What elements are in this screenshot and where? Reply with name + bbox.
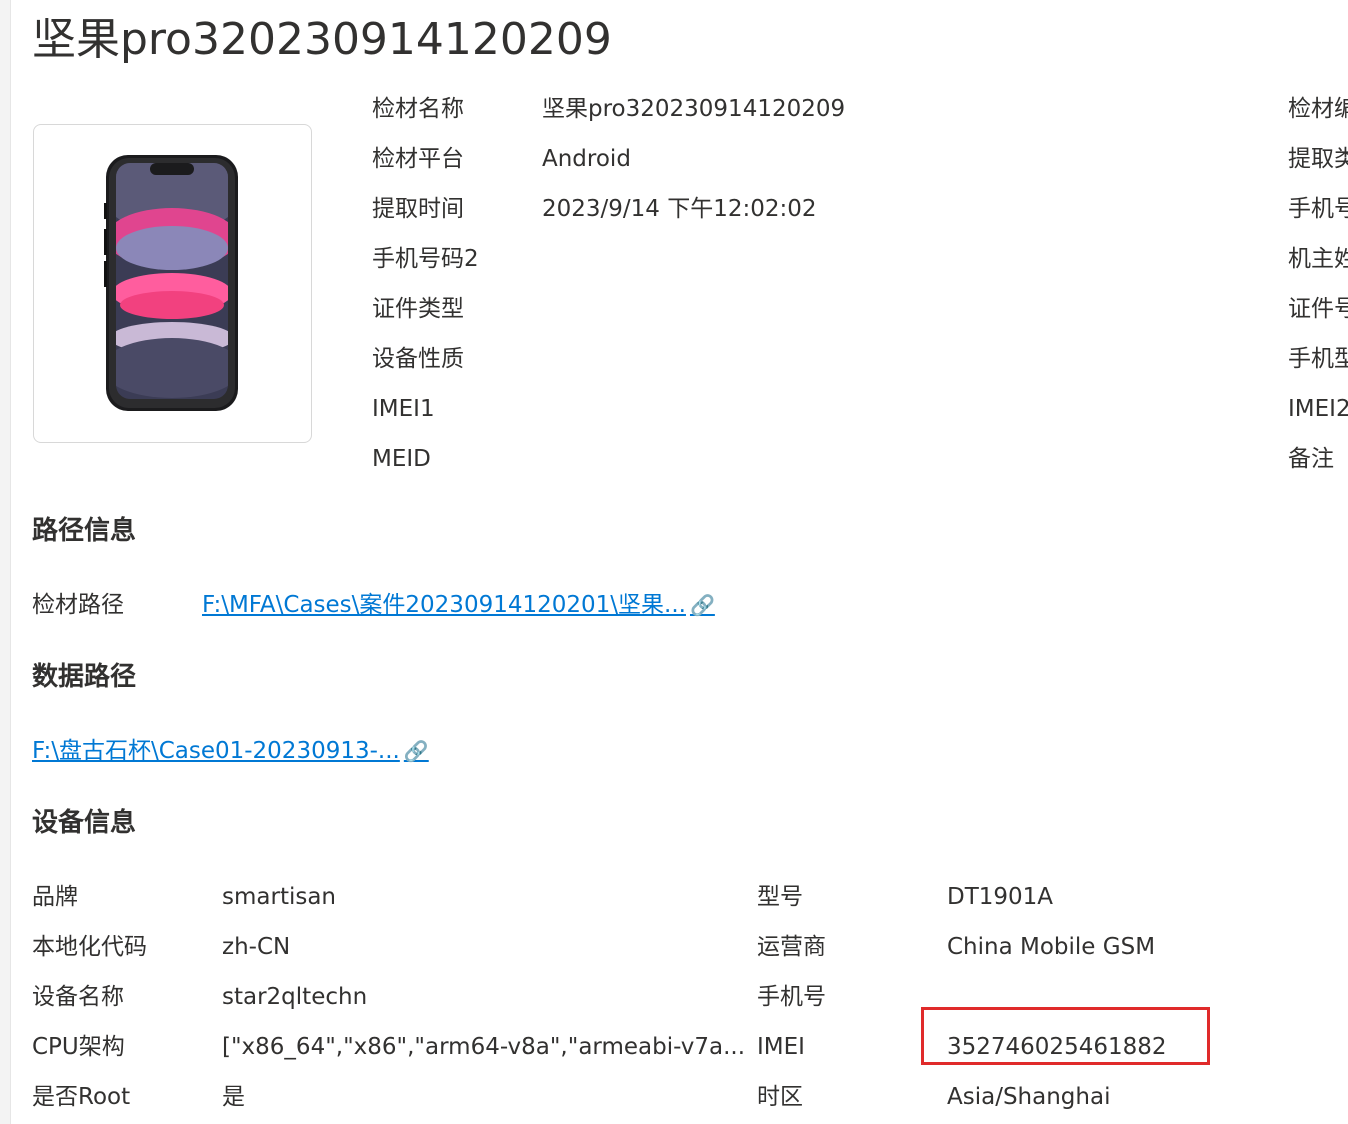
field-label-id-type: 证件类型	[372, 296, 464, 322]
section-title-data-path: 数据路径	[32, 662, 137, 692]
field-value-device-name: star2qltechn	[222, 984, 368, 1010]
field-label-imei: IMEI	[757, 1034, 805, 1060]
evidence-path-link[interactable]: F:\MFA\Cases\案件20230914120201\坚果... 🔗	[202, 589, 715, 621]
data-path-link[interactable]: F:\盘古石杯\Case01-20230913-... 🔗	[32, 735, 429, 767]
field-value-model: DT1901A	[947, 884, 1054, 910]
field-label-phone-model: 手机型	[1288, 346, 1348, 372]
device-image-card	[33, 124, 312, 443]
field-label-phone1: 手机号	[1288, 196, 1348, 222]
field-label-brand: 品牌	[32, 884, 78, 910]
field-value-platform: Android	[542, 146, 631, 172]
field-label-model: 型号	[757, 884, 803, 910]
field-label-evidence-id: 检材编	[1288, 96, 1348, 122]
field-label-id-number: 证件号	[1288, 296, 1348, 322]
field-label-imei1: IMEI1	[372, 396, 435, 422]
phone-image	[104, 155, 238, 411]
link-icon: 🔗	[689, 593, 715, 617]
field-label-device-nature: 设备性质	[372, 346, 464, 372]
imei-highlight-box	[921, 1007, 1210, 1065]
field-value-locale: zh-CN	[222, 934, 291, 960]
section-title-path-info: 路径信息	[32, 516, 137, 546]
field-value-cpu-arch: ["x86_64","x86","arm64-v8a","armeabi-v7a…	[222, 1034, 746, 1060]
field-label-phone2: 手机号码2	[372, 246, 479, 272]
field-value-carrier: China Mobile GSM	[947, 934, 1156, 960]
field-label-evidence-path: 检材路径	[32, 592, 124, 618]
field-label-device-name: 设备名称	[32, 984, 124, 1010]
link-icon: 🔗	[403, 739, 429, 763]
field-label-imei2: IMEI2	[1288, 396, 1348, 422]
section-title-device-info: 设备信息	[32, 808, 137, 838]
evidence-right-column: 检材编 提取类 手机号 机主姓 证件号 手机型 IMEI2 备注	[1288, 90, 1348, 490]
data-path-link-text: F:\盘古石杯\Case01-20230913-...	[32, 738, 400, 764]
field-label-timezone: 时区	[757, 1084, 803, 1110]
field-label-evidence-name: 检材名称	[372, 96, 464, 122]
field-value-root: 是	[222, 1084, 245, 1110]
field-value-evidence-name: 坚果pro320230914120209	[542, 96, 846, 122]
page-title: 坚果pro320230914120209	[32, 14, 612, 65]
field-label-root: 是否Root	[32, 1084, 131, 1110]
field-label-phone-number: 手机号	[757, 984, 826, 1010]
evidence-path-link-text: F:\MFA\Cases\案件20230914120201\坚果...	[202, 592, 686, 618]
field-label-platform: 检材平台	[372, 146, 464, 172]
field-label-extract-type: 提取类	[1288, 146, 1348, 172]
field-label-remark: 备注	[1288, 446, 1334, 472]
field-label-carrier: 运营商	[757, 934, 826, 960]
field-label-owner-name: 机主姓	[1288, 246, 1348, 272]
window-left-edge	[0, 0, 11, 1124]
field-label-locale: 本地化代码	[32, 934, 147, 960]
field-label-meid: MEID	[372, 446, 431, 472]
field-label-cpu-arch: CPU架构	[32, 1034, 125, 1060]
field-value-brand: smartisan	[222, 884, 337, 910]
field-value-timezone: Asia/Shanghai	[947, 1084, 1111, 1110]
field-value-extract-time: 2023/9/14 下午12:02:02	[542, 196, 817, 222]
field-label-extract-time: 提取时间	[372, 196, 464, 222]
